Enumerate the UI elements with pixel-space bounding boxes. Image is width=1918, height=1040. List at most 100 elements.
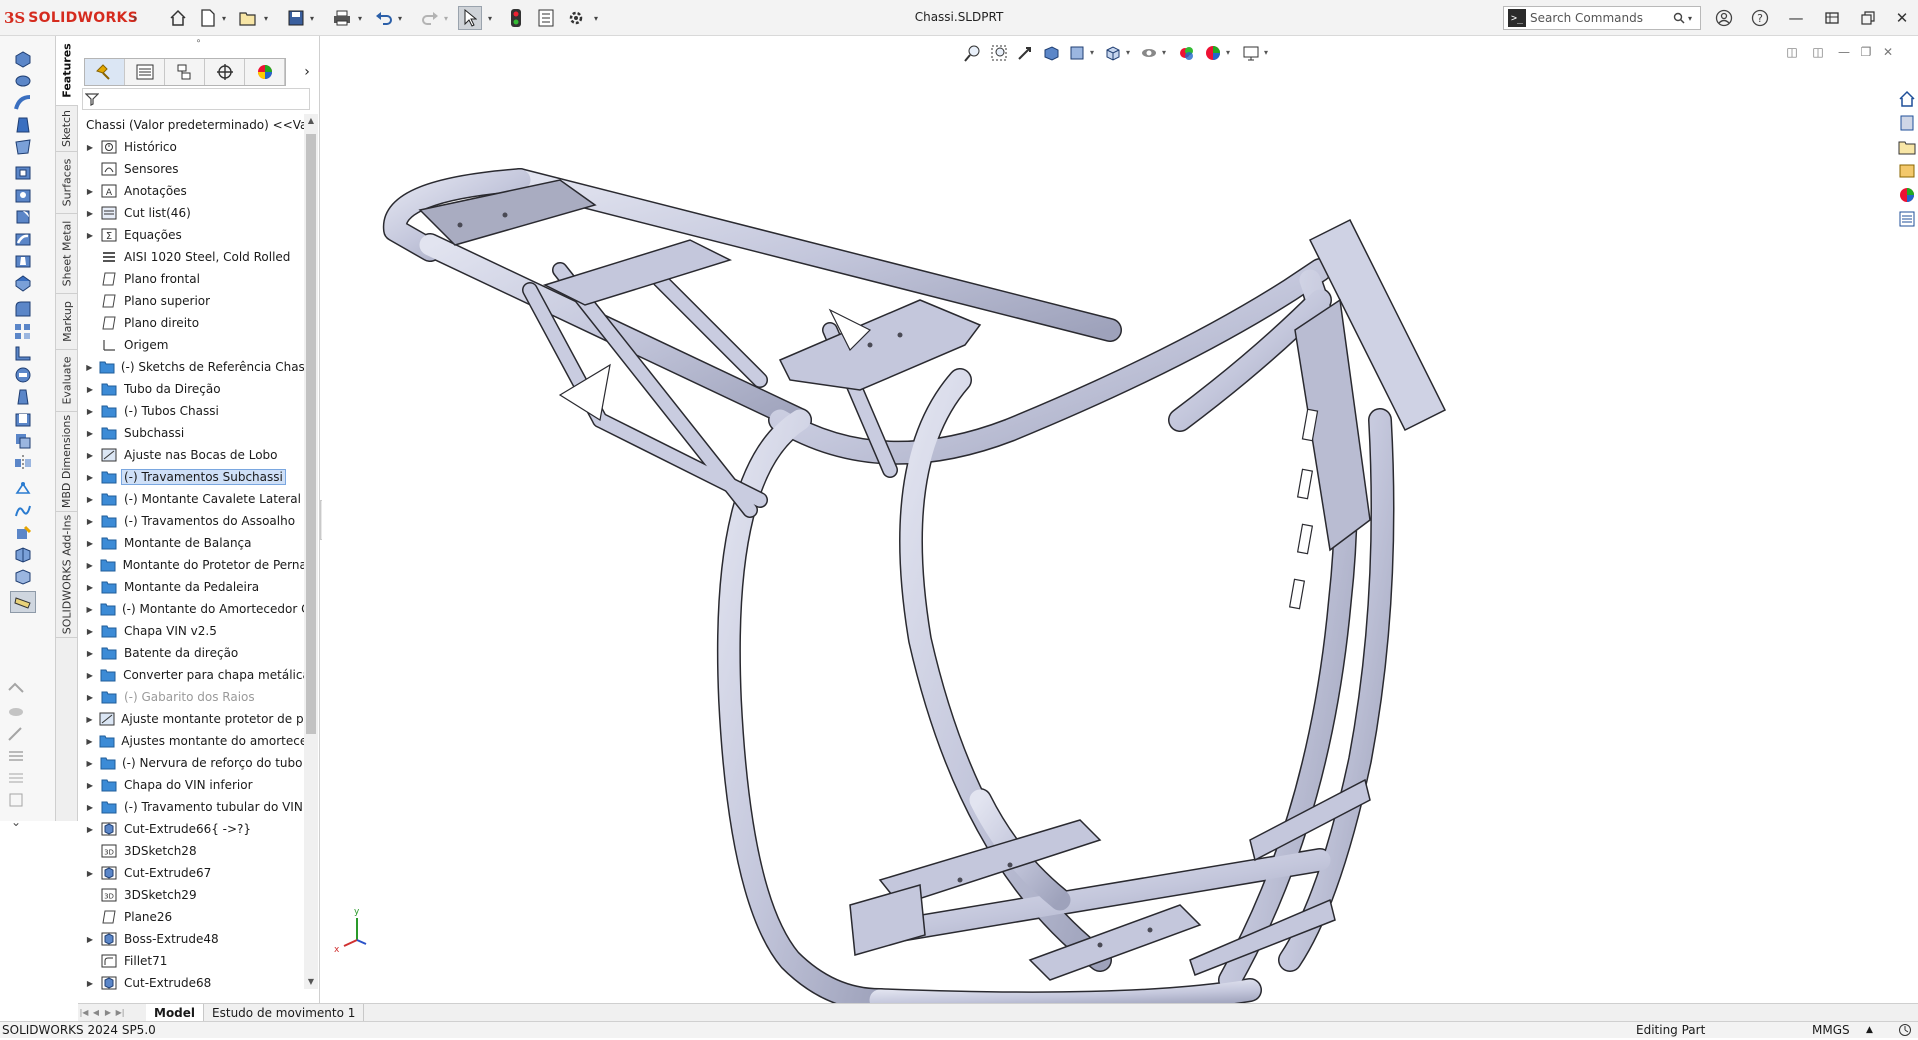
curves-icon[interactable] <box>10 500 36 522</box>
tree-item[interactable]: Sensores <box>78 158 304 180</box>
scroll-thumb[interactable] <box>306 134 316 734</box>
expand-arrow-icon[interactable]: ▶ <box>84 671 96 680</box>
print-icon[interactable] <box>330 6 354 30</box>
tree-item[interactable]: ▶ Batente da direção <box>78 642 304 664</box>
tree-item[interactable]: ▶ Ajuste montante protetor de pern <box>78 708 304 730</box>
tab-mbd-dimensions[interactable]: MBD Dimensions <box>56 412 78 512</box>
solidworks-resources-icon[interactable] <box>1896 88 1918 110</box>
tree-item[interactable]: ▶ (-) Montante Cavalete Lateral <box>78 488 304 510</box>
expand-arrow-icon[interactable]: ▶ <box>84 825 96 834</box>
scroll-down-icon[interactable]: ▼ <box>304 975 318 989</box>
tree-item[interactable]: ▶ (-) Tubos Chassi <box>78 400 304 422</box>
rib-icon[interactable] <box>10 342 36 364</box>
expand-arrow-icon[interactable]: ▶ <box>84 649 96 658</box>
tree-item[interactable]: Plano direito <box>78 312 304 334</box>
tree-item[interactable]: ▶ Histórico <box>78 136 304 158</box>
tree-item[interactable]: ▶ Boss-Extrude48 <box>78 928 304 950</box>
tree-item[interactable]: 3D 3DSketch29 <box>78 884 304 906</box>
faded-tool-icon[interactable] <box>4 790 28 810</box>
linear-pattern-icon[interactable] <box>10 320 36 342</box>
file-properties-icon[interactable] <box>534 6 558 30</box>
tree-item[interactable]: ▶ (-) Montante do Amortecedor Ch <box>78 598 304 620</box>
graphics-area[interactable]: ▾ ▾ ▾ ▾ ▾ ◫ ◫ — ❐ ✕ y x <box>322 36 1896 1003</box>
hole-wizard-icon[interactable] <box>10 184 36 206</box>
tab-markup[interactable]: Markup <box>56 294 78 350</box>
tree-root-part[interactable]: Chassi (Valor predeterminado) <<Val <box>82 114 304 136</box>
tree-item[interactable]: ▶ Montante do Protetor de Pernas <box>78 554 304 576</box>
tree-item[interactable]: ▶ Subchassi <box>78 422 304 444</box>
expand-arrow-icon[interactable]: ▶ <box>84 363 95 372</box>
tab-surfaces[interactable]: Surfaces <box>56 152 78 214</box>
tree-item[interactable]: Plane26 <box>78 906 304 928</box>
last-tab-icon[interactable]: ▶| <box>114 1008 126 1017</box>
faded-tool-icon[interactable] <box>4 724 28 744</box>
expand-arrow-icon[interactable]: ▶ <box>84 561 95 570</box>
swept-boss-icon[interactable] <box>10 92 36 114</box>
tree-item[interactable]: AISI 1020 Steel, Cold Rolled <box>78 246 304 268</box>
tree-item[interactable]: ▶ Cut-Extrude66{ ->?} <box>78 818 304 840</box>
chevron-down-icon[interactable]: ⌄ <box>4 812 28 832</box>
mirror-icon[interactable] <box>10 452 36 474</box>
revolved-boss-icon[interactable] <box>10 70 36 92</box>
tree-item[interactable]: ▶ Converter para chapa metálica <box>78 664 304 686</box>
expand-arrow-icon[interactable]: ▶ <box>84 693 96 702</box>
tree-item[interactable]: Origem <box>78 334 304 356</box>
expand-arrow-icon[interactable]: ▶ <box>84 385 96 394</box>
scroll-up-icon[interactable]: ▲ <box>304 114 318 128</box>
property-manager-tab[interactable] <box>125 59 165 85</box>
save-dropdown-icon[interactable]: ▾ <box>308 12 316 24</box>
tree-vertical-scrollbar[interactable]: ▲ ▼ <box>304 114 318 989</box>
save-icon[interactable] <box>284 6 308 30</box>
tree-item[interactable]: ▶ Tubo da Direção <box>78 378 304 400</box>
tree-item[interactable]: ▶ (-) Travamentos do Assoalho <box>78 510 304 532</box>
tree-item[interactable]: Plano superior <box>78 290 304 312</box>
tree-item[interactable]: ▶ Ajustes montante do amortecedo <box>78 730 304 752</box>
redo-dropdown-icon[interactable]: ▾ <box>442 12 450 24</box>
faded-tool-icon[interactable] <box>4 680 28 700</box>
search-commands[interactable]: >_ ▾ <box>1503 6 1701 30</box>
custom-properties-icon[interactable] <box>1896 208 1918 230</box>
expand-arrow-icon[interactable]: ▶ <box>84 495 96 504</box>
print-dropdown-icon[interactable]: ▾ <box>356 12 364 24</box>
lofted-boss-icon[interactable] <box>10 114 36 136</box>
tab-sheet-metal[interactable]: Sheet Metal <box>56 214 78 294</box>
tree-item[interactable]: ▶ Ajuste nas Bocas de Lobo <box>78 444 304 466</box>
expand-arrow-icon[interactable]: ▶ <box>84 869 96 878</box>
boundary-cut-icon[interactable] <box>10 272 36 294</box>
minimize-icon[interactable]: — <box>1782 6 1810 30</box>
expand-arrow-icon[interactable]: ▶ <box>84 715 95 724</box>
shell-icon[interactable] <box>10 408 36 430</box>
expand-arrow-icon[interactable]: ▶ <box>84 187 96 196</box>
tree-item[interactable]: ▶ A Anotações <box>78 180 304 202</box>
redo-icon[interactable] <box>418 6 442 30</box>
units-selector[interactable]: MMGS <box>1812 1023 1850 1037</box>
tree-item[interactable]: ▶ Montante de Balança <box>78 532 304 554</box>
expand-arrow-icon[interactable]: ▶ <box>84 209 96 218</box>
expand-arrow-icon[interactable]: ▶ <box>84 759 95 768</box>
tree-item[interactable]: ▶ Chapa do VIN inferior <box>78 774 304 796</box>
expand-arrow-icon[interactable]: ▶ <box>84 737 95 746</box>
expand-arrow-icon[interactable]: ▶ <box>84 979 96 988</box>
extruded-boss-icon[interactable] <box>10 48 36 70</box>
appearances-icon[interactable] <box>1896 184 1918 206</box>
tree-filter[interactable] <box>82 88 310 110</box>
tree-item[interactable]: ▶ Montante da Pedaleira <box>78 576 304 598</box>
rapid-sketch-icon[interactable] <box>10 544 36 566</box>
tree-item[interactable]: 3D 3DSketch28 <box>78 840 304 862</box>
lofted-cut-icon[interactable] <box>10 250 36 272</box>
expand-arrow-icon[interactable]: ▶ <box>84 935 96 944</box>
menu-expand-icon[interactable]: › <box>131 11 139 25</box>
reference-geometry-icon[interactable] <box>10 478 36 500</box>
restore-icon[interactable] <box>1854 6 1882 30</box>
options-icon[interactable] <box>564 6 588 30</box>
customize-icon[interactable] <box>1898 1023 1912 1040</box>
faded-tool-icon[interactable] <box>4 702 28 722</box>
next-tab-icon[interactable]: ▶ <box>102 1008 114 1017</box>
tree-item[interactable]: ▶ Chapa VIN v2.5 <box>78 620 304 642</box>
fillet-icon[interactable] <box>10 298 36 320</box>
expand-arrow-icon[interactable]: ▶ <box>84 429 96 438</box>
tree-item[interactable]: ▶ (-) Travamento tubular do VIN <box>78 796 304 818</box>
options-dropdown-icon[interactable]: ▾ <box>592 12 600 24</box>
boundary-boss-icon[interactable] <box>10 136 36 158</box>
expand-arrow-icon[interactable]: ▶ <box>84 407 96 416</box>
